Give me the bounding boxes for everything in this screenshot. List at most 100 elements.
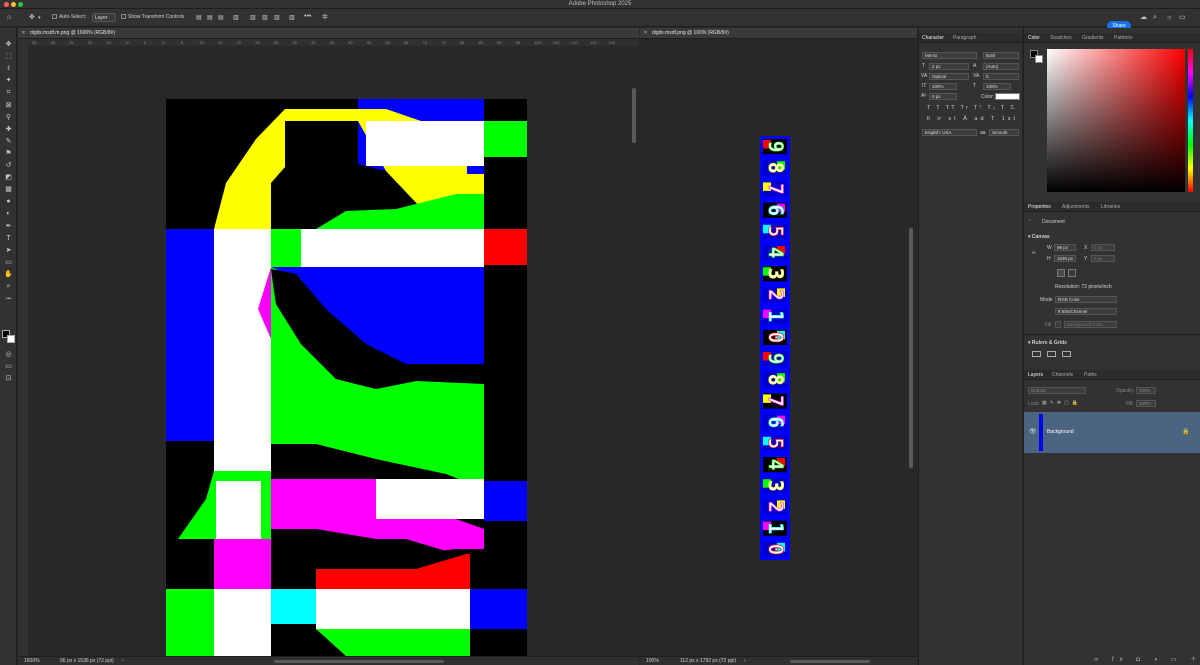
show-transform-checkbox[interactable]: Show Transform Controls [121, 14, 184, 20]
tab-paragraph[interactable]: Paragraph [953, 35, 976, 41]
align-center-icon[interactable]: ▤ [207, 14, 213, 22]
vertical-scrollbar-right[interactable] [909, 228, 913, 468]
fill-select[interactable]: Background Color [1064, 321, 1117, 328]
hue-slider[interactable] [1188, 49, 1193, 192]
blend-mode-select[interactable]: Normal [1028, 387, 1086, 394]
type-style-buttons[interactable]: T T TT Tr T¹ T₁ T T̶ [927, 105, 1016, 111]
tab-adjustments[interactable]: Adjustments [1062, 204, 1090, 210]
history-brush-tool-icon[interactable]: ↺ [3, 161, 14, 171]
document-info-left[interactable]: 96 px x 1536 px (72 ppi) [60, 658, 114, 664]
align-left-icon[interactable]: ▤ [196, 14, 202, 22]
type-tool-icon[interactable]: T [3, 234, 14, 244]
eyedropper-tool-icon[interactable]: ⚲ [3, 113, 14, 123]
frame-tool-icon[interactable]: ⊠ [3, 101, 14, 111]
vertical-scale-field[interactable]: 100% [929, 83, 957, 90]
horizontal-scale-field[interactable]: 100% [983, 83, 1011, 90]
grid-icon[interactable] [1047, 351, 1056, 357]
canvas-x-field[interactable]: 0 px [1091, 244, 1115, 251]
tab-libraries[interactable]: Libraries [1101, 204, 1120, 210]
zoom-level-right[interactable]: 100% [646, 658, 659, 664]
rectangle-tool-icon[interactable]: ▭ [3, 258, 14, 268]
auto-select-checkbox[interactable]: Auto-Select: [52, 14, 86, 20]
distribute-4-icon[interactable]: ▥ [289, 14, 295, 22]
tab-patterns[interactable]: Patterns [1114, 35, 1133, 41]
lock-icons[interactable]: ▩✎✥▢🔒 [1042, 400, 1081, 406]
stamp-tool-icon[interactable]: ⚑ [3, 149, 14, 159]
eye-icon[interactable]: 👁 [1029, 428, 1037, 435]
dodge-tool-icon[interactable]: ◐ [3, 209, 14, 219]
more-options-icon[interactable]: ••• [304, 13, 311, 21]
eraser-tool-icon[interactable]: ◩ [3, 173, 14, 183]
canvas-width-field[interactable]: 96 px [1054, 244, 1076, 251]
document-tab-right[interactable]: digits.msdf.png @ 100% (RGB/8#) [652, 30, 729, 36]
portrait-orientation-button[interactable] [1057, 269, 1065, 277]
workspace-icon[interactable]: ▭ [1179, 14, 1186, 22]
layers-footer-buttons[interactable]: ∞ fx ◘ ◑ ▭ ＋ 🗑 [1094, 654, 1200, 663]
background-color-swatch[interactable] [7, 335, 15, 343]
kerning-field[interactable]: Optical [929, 73, 969, 80]
zoom-tool-icon[interactable]: ⌕ [3, 282, 14, 292]
tab-color[interactable]: Color [1028, 35, 1040, 41]
canvas-y-field[interactable]: 0 px [1091, 255, 1115, 262]
opacity-field[interactable]: 100% [1136, 387, 1156, 394]
vertical-scrollbar-left[interactable] [632, 88, 636, 143]
brush-tool-icon[interactable]: ✎ [3, 137, 14, 147]
bit-depth-select[interactable]: 8 Bits/Channel [1055, 308, 1117, 315]
healing-tool-icon[interactable]: ✚ [3, 125, 14, 135]
blur-tool-icon[interactable]: ● [3, 197, 14, 207]
chevron-right-icon[interactable]: › [122, 658, 124, 664]
tab-swatches[interactable]: Swatches [1050, 35, 1072, 41]
baseline-shift-field[interactable]: 0 px [929, 93, 957, 100]
chevron-right-icon[interactable]: › [744, 658, 746, 664]
canvas-left[interactable] [28, 46, 630, 656]
close-tab-icon[interactable]: × [22, 30, 25, 36]
language-select[interactable]: English: USA [922, 129, 977, 136]
distribute-3-icon[interactable]: ▥ [274, 14, 280, 22]
tab-properties[interactable]: Properties [1028, 204, 1051, 210]
pen-tool-icon[interactable]: ✒ [3, 222, 14, 232]
lightbulb-icon[interactable]: ☼ [1166, 14, 1172, 22]
document-tab-left[interactable]: digits.msdf.m.png @ 1600% (RGB/8#) [30, 30, 115, 36]
link-icon[interactable]: ∞ [1032, 250, 1036, 256]
quick-mask-icon[interactable]: ◎ [3, 350, 14, 360]
tab-paths[interactable]: Paths [1084, 372, 1097, 378]
font-family-select[interactable]: Menlo [922, 52, 977, 59]
tab-character[interactable]: Character [922, 35, 944, 41]
marquee-tool-icon[interactable]: ⬚ [3, 52, 14, 62]
guides-icon[interactable] [1062, 351, 1071, 357]
chevron-down-icon[interactable]: ▾ [38, 14, 41, 22]
home-icon[interactable]: ⌂ [7, 14, 11, 22]
magic-wand-tool-icon[interactable]: ✦ [3, 76, 14, 86]
tab-layers[interactable]: Layers [1028, 372, 1043, 378]
leading-field[interactable]: (Auto) [983, 63, 1019, 70]
cloud-icon[interactable]: ☁ [1140, 14, 1147, 22]
layer-name[interactable]: Background [1047, 429, 1074, 435]
layer-fill-field[interactable]: 100% [1136, 400, 1156, 407]
rulers-grids-section-header[interactable]: ▾ Rulers & Grids [1028, 340, 1067, 346]
antialias-select[interactable]: Smooth [989, 129, 1019, 136]
tab-channels[interactable]: Channels [1052, 372, 1073, 378]
color-field[interactable] [1047, 49, 1185, 192]
distribute-1-icon[interactable]: ▥ [250, 14, 256, 22]
landscape-orientation-button[interactable] [1068, 269, 1076, 277]
close-tab-icon[interactable]: × [644, 30, 647, 36]
document-info-right[interactable]: 112 px x 1792 px (72 ppi) [680, 658, 736, 664]
mode-select[interactable]: RGB Color [1055, 296, 1117, 303]
lasso-tool-icon[interactable]: ℓ [3, 64, 14, 74]
opentype-buttons[interactable]: ﬁ ơ st Ā ad T 1st ½ [927, 116, 1030, 122]
fill-swatch[interactable] [1055, 321, 1061, 328]
horizontal-scrollbar-left[interactable] [274, 660, 444, 663]
canvas-height-field[interactable]: 1536 px [1054, 255, 1076, 262]
zoom-level-left[interactable]: 1600% [24, 658, 40, 664]
crop-tool-icon[interactable]: ⌗ [3, 88, 14, 98]
screen-mode-icon[interactable]: ▭ [3, 362, 14, 372]
ruler-units-icon[interactable] [1032, 351, 1041, 357]
move-tool-icon[interactable]: ✥ [3, 40, 14, 50]
move-tool-icon[interactable]: ✥ [29, 14, 35, 22]
auto-select-dropdown[interactable]: Layer [92, 13, 116, 22]
more-tools-icon[interactable]: ••• [3, 294, 14, 304]
gradient-tool-icon[interactable]: ▦ [3, 185, 14, 195]
tab-gradients[interactable]: Gradients [1082, 35, 1104, 41]
font-size-field[interactable]: 2 px [929, 63, 969, 70]
canvas-right[interactable]: 98765432109876543210 [760, 136, 790, 560]
